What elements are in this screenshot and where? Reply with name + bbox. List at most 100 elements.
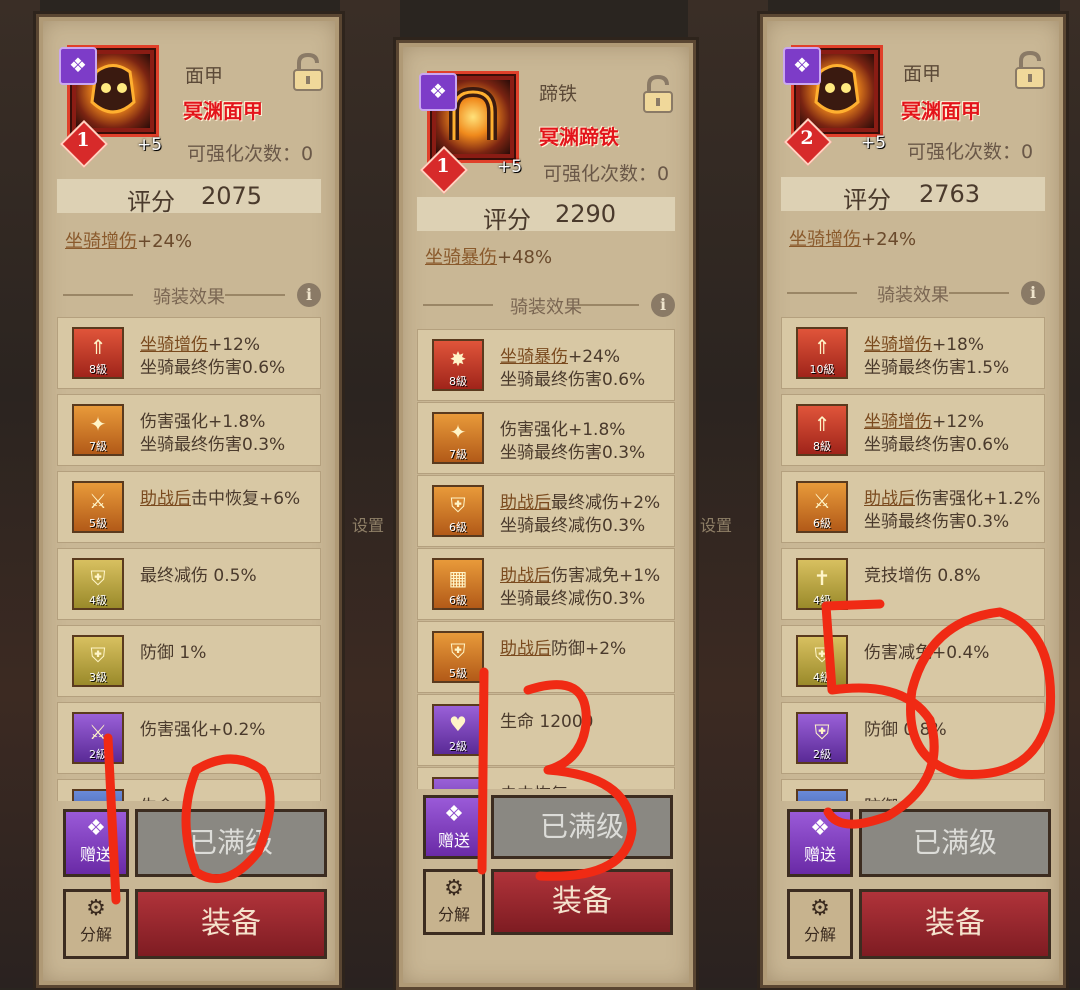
damage-enhance-icon: ✦ 7級: [72, 404, 124, 456]
info-icon[interactable]: i: [1021, 281, 1045, 305]
effect-link[interactable]: 坐骑暴伤: [500, 347, 568, 367]
gift-icon[interactable]: ❖: [59, 47, 97, 85]
effect-link[interactable]: 助战后: [500, 639, 551, 659]
score-bar: 评分 2763: [781, 177, 1045, 214]
main-stat-link[interactable]: 坐骑暴伤: [425, 247, 497, 268]
shield-icon: ⛨ 2級: [796, 712, 848, 764]
effect-link[interactable]: 助战后: [500, 566, 551, 586]
list-item: ✦ 7級 伤害强化+1.8% 坐骑最终伤害0.3%: [417, 402, 675, 474]
list-item: ⛨ 6級 助战后最终减伤+2% 坐骑最终减伤0.3%: [417, 475, 675, 547]
list-item: 击中恢复: [417, 767, 675, 789]
main-stat-link[interactable]: 坐骑增伤: [789, 229, 861, 250]
heart-icon: ♥ 2級: [432, 704, 484, 756]
sword-icon: ⚔ 2級: [72, 712, 124, 764]
list-item: ✦ 7級 伤害强化+1.8% 坐骑最终伤害0.3%: [57, 394, 321, 466]
info-icon[interactable]: i: [651, 293, 675, 317]
gift-button[interactable]: ❖ 赠送: [63, 809, 129, 877]
score-bar: 评分 2290: [417, 197, 675, 234]
list-item: ⛨ 5級 助战后防御+2%: [417, 621, 675, 693]
gift-icon: ❖: [86, 816, 106, 841]
list-item: ♥ 2級 生命 12000: [417, 694, 675, 766]
effect-link[interactable]: 助战后: [140, 489, 191, 509]
gift-icon: ❖: [444, 802, 464, 827]
score-bar: 评分 2075: [57, 179, 321, 216]
shield-icon: ⛨ 4級: [72, 558, 124, 610]
maxed-button[interactable]: 已满级: [135, 809, 327, 877]
tier-number: 1: [436, 155, 450, 177]
gift-button[interactable]: ❖ 赠送: [787, 809, 853, 877]
crit-damage-icon: ✸ 8級: [432, 339, 484, 391]
decompose-icon: ⚙: [86, 896, 106, 921]
list-item: ⇑ 8級 坐骑增伤+12% 坐骑最终伤害0.6%: [781, 394, 1045, 466]
effects-list[interactable]: ⇑ 10級 坐骑增伤+18% 坐骑最终伤害1.5% ⇑ 8級 坐骑增伤+12% 坐骑…: [781, 317, 1045, 801]
background-mid-right: 设置: [688, 0, 768, 988]
equip-button[interactable]: 装备: [859, 889, 1051, 959]
list-item: 防御 0: [781, 779, 1045, 801]
decompose-icon: ⚙: [444, 876, 464, 901]
gift-button[interactable]: ❖ 赠送: [423, 795, 485, 859]
life-icon: [72, 789, 124, 801]
maxed-button[interactable]: 已满级: [859, 809, 1051, 877]
equip-button[interactable]: 装备: [135, 889, 327, 959]
effects-divider: 骑装效果 i: [417, 293, 675, 318]
effect-link[interactable]: 助战后: [500, 493, 551, 513]
list-item: ⚔ 2級 伤害强化+0.2%: [57, 702, 321, 774]
score-value: 2290: [555, 200, 617, 228]
unlock-icon[interactable]: [641, 75, 675, 115]
tier-number: 1: [76, 129, 90, 151]
score-label: 评分: [127, 188, 175, 216]
gift-icon[interactable]: ❖: [783, 47, 821, 85]
recovery-icon: [432, 777, 484, 789]
score-label: 评分: [843, 186, 891, 214]
tier-number: 2: [800, 127, 814, 149]
main-stat-value: +48%: [497, 247, 553, 268]
gift-icon: ❖: [810, 816, 830, 841]
enhance-count: 可强化次数：0: [907, 141, 1034, 163]
effects-title: 骑装效果: [510, 297, 582, 318]
background-left: [0, 0, 40, 988]
maxed-button[interactable]: 已满级: [491, 795, 673, 859]
equipment-card: ❖ 1 +5 蹄铁 冥渊蹄铁 可强化次数：0 评分 2290 坐骑暴伤+48% …: [396, 40, 696, 990]
equipment-card: ❖ 1 +5 面甲 冥渊面甲 可强化次数：0 评分 2075 坐骑增伤+24% …: [36, 14, 342, 988]
unlock-icon[interactable]: [1013, 51, 1047, 91]
decompose-button[interactable]: ⚙ 分解: [423, 869, 485, 935]
effect-link[interactable]: 坐骑增伤: [140, 335, 208, 355]
damage-boost-icon: ⇑ 8級: [72, 327, 124, 379]
score-value: 2763: [919, 180, 981, 208]
effect-link[interactable]: 坐骑增伤: [864, 335, 932, 355]
main-stat-link[interactable]: 坐骑增伤: [65, 231, 137, 252]
list-item: ⛨ 3級 防御 1%: [57, 625, 321, 697]
gift-icon[interactable]: ❖: [419, 73, 457, 111]
effect-link[interactable]: 坐骑增伤: [864, 412, 932, 432]
main-stat: 坐骑增伤+24%: [789, 225, 916, 251]
effects-list[interactable]: ✸ 8級 坐骑暴伤+24% 坐骑最终伤害0.6% ✦ 7級 伤害强化+1.8% 坐骑…: [417, 329, 675, 789]
shield-icon: ⛨ 3級: [72, 635, 124, 687]
list-item: ⇑ 8級 坐骑增伤+12% 坐骑最终伤害0.6%: [57, 317, 321, 389]
plus-level: +5: [497, 157, 523, 177]
effects-list[interactable]: ⇑ 8級 坐骑增伤+12% 坐骑最终伤害0.6% ✦ 7級 伤害强化+1.8% 坐骑…: [57, 317, 321, 801]
list-item: 生命: [57, 779, 321, 801]
sword-icon: ⚔ 6級: [796, 481, 848, 533]
unlock-icon[interactable]: [291, 53, 325, 93]
effect-link[interactable]: 助战后: [864, 489, 915, 509]
item-name: 冥渊蹄铁: [539, 125, 619, 149]
enhance-count: 可强化次数：0: [543, 163, 670, 185]
sword-emblem-icon: ✝ 4級: [796, 558, 848, 610]
damage-boost-icon: ⇑ 10級: [796, 327, 848, 379]
slot-name: 蹄铁: [539, 83, 578, 105]
item-name: 冥渊面甲: [901, 99, 981, 123]
damage-boost-icon: ⇑ 8級: [796, 404, 848, 456]
shield-icon: ⛨ 5級: [432, 631, 484, 683]
ghost-label: 设置: [700, 516, 733, 535]
plus-level: +5: [861, 133, 887, 153]
info-icon[interactable]: i: [297, 283, 321, 307]
list-item: ✝ 4級 竞技增伤 0.8%: [781, 548, 1045, 620]
defense-icon: [796, 789, 848, 801]
main-stat: 坐骑增伤+24%: [65, 227, 192, 253]
decompose-icon: ⚙: [810, 896, 830, 921]
decompose-button[interactable]: ⚙ 分解: [63, 889, 129, 959]
slot-name: 面甲: [185, 65, 224, 87]
shield-icon: ⛨ 4級: [796, 635, 848, 687]
equip-button[interactable]: 装备: [491, 869, 673, 935]
decompose-button[interactable]: ⚙ 分解: [787, 889, 853, 959]
